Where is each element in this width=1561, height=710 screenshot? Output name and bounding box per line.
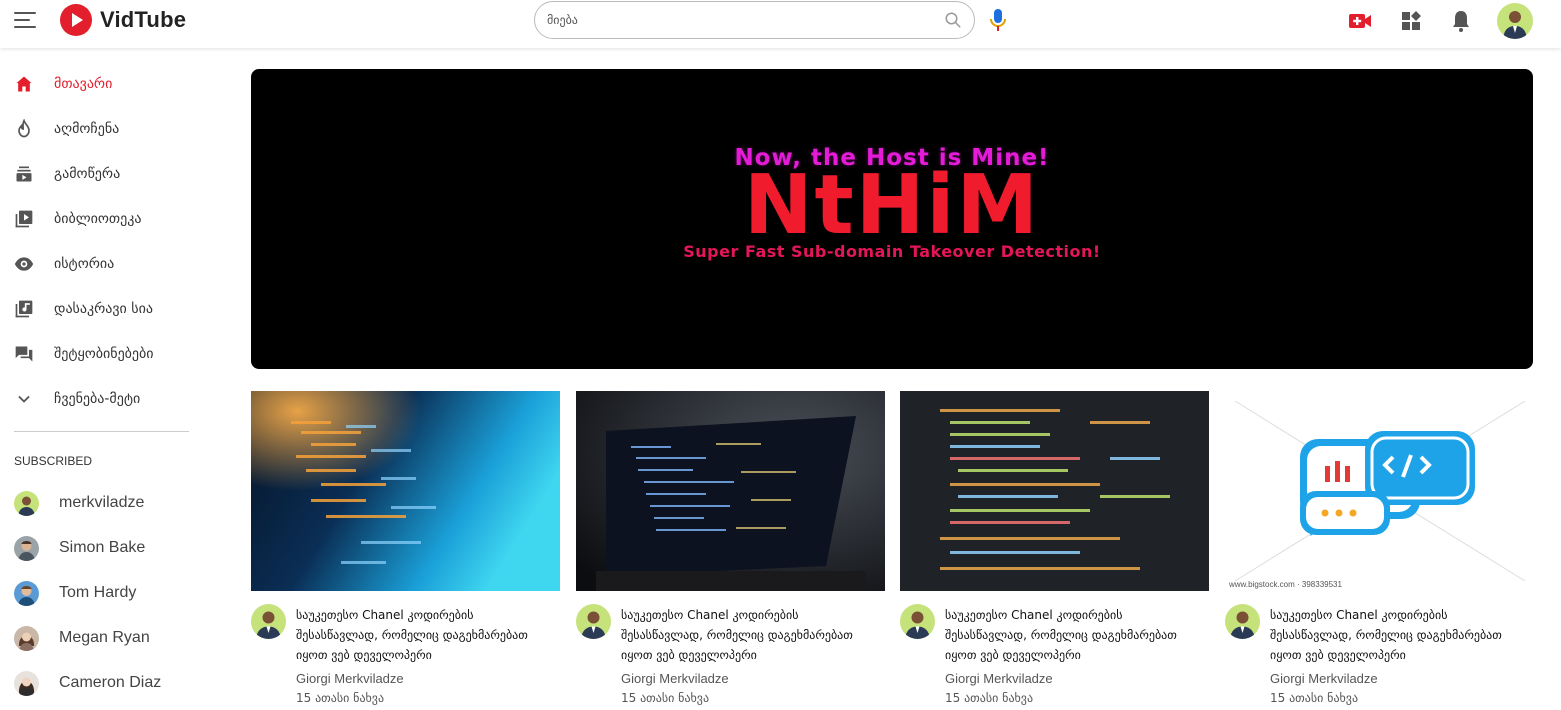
sidebar-item-label: აღმოჩენა: [54, 121, 120, 137]
channel-avatar[interactable]: [576, 604, 611, 639]
subscription-name: Cameron Diaz: [59, 674, 162, 691]
video-title[interactable]: საუკეთესო Chanel კოდირების შესასწავლად, …: [945, 605, 1205, 665]
thumbnail-watermark: www.bigstock.com · 398339531: [1228, 580, 1343, 589]
channel-name[interactable]: Giorgi Merkviladze: [621, 671, 729, 686]
home-icon: [16, 76, 32, 92]
sidebar-item-label: ბიბლიოთეკა: [54, 211, 142, 227]
sidebar-divider: [14, 431, 189, 432]
subscription-item[interactable]: Cameron Diaz: [0, 664, 200, 704]
menu-icon[interactable]: [14, 12, 36, 30]
avatar: [14, 536, 39, 561]
sidebar-item-show-more[interactable]: ჩვენება-მეტი: [0, 379, 200, 419]
sidebar-item-label: გამოწერა: [54, 166, 121, 182]
avatar: [14, 626, 39, 651]
banner-subtitle: Super Fast Sub-domain Takeover Detection…: [683, 242, 1101, 261]
view-count: 15 ათასი ნახვა: [296, 691, 385, 705]
subscription-name: Simon Bake: [59, 539, 146, 556]
video-title[interactable]: საუკეთესო Chanel კოდირების შესასწავლად, …: [1270, 605, 1530, 665]
sidebar-item-label: შეტყობინებები: [54, 346, 154, 362]
sidebar-item-label: ისტორია: [54, 256, 115, 272]
subscription-name: Tom Hardy: [59, 584, 137, 601]
subscription-name: merkviladze: [59, 494, 145, 511]
messages-icon: [15, 346, 33, 362]
sidebar-item-playlist[interactable]: დასაკრავი სია: [0, 289, 200, 329]
featured-banner[interactable]: Now, the Host is Mine! NtHiM Super Fast …: [251, 69, 1533, 369]
channel-name[interactable]: Giorgi Merkviladze: [945, 671, 1053, 686]
sidebar-item-library[interactable]: ბიბლიოთეკა: [0, 199, 200, 239]
sidebar-item-messages[interactable]: შეტყობინებები: [0, 334, 200, 374]
subscribed-heading: SUBSCRIBED: [14, 454, 93, 468]
channel-name[interactable]: Giorgi Merkviladze: [296, 671, 404, 686]
sidebar-item-home[interactable]: მთავარი: [0, 64, 200, 104]
banner-title: NtHiM: [743, 158, 1041, 253]
video-card[interactable]: საუკეთესო Chanel კოდირების შესასწავლად, …: [900, 391, 1209, 710]
search-input[interactable]: [547, 10, 927, 30]
video-title[interactable]: საუკეთესო Chanel კოდირების შესასწავლად, …: [296, 605, 556, 665]
apps-icon[interactable]: [1399, 9, 1423, 33]
avatar: [14, 671, 39, 696]
avatar: [14, 581, 39, 606]
channel-avatar[interactable]: [1225, 604, 1260, 639]
search-box: [534, 1, 975, 39]
sidebar-item-label: მთავარი: [54, 76, 113, 92]
sidebar: მთავარი აღმოჩენა გამოწერა ბიბლიოთეკა ისტ…: [0, 48, 210, 710]
subscription-item[interactable]: Simon Bake: [0, 529, 200, 569]
view-count: 15 ათასი ნახვა: [945, 691, 1034, 705]
video-card[interactable]: საუკეთესო Chanel კოდირების შესასწავლად, …: [251, 391, 560, 710]
playlist-icon: [15, 300, 33, 318]
search-icon[interactable]: [944, 11, 962, 29]
fire-icon: [18, 119, 30, 138]
view-count: 15 ათასი ნახვა: [1270, 691, 1359, 705]
video-card[interactable]: www.bigstock.com · 398339531 საუკეთესო C…: [1225, 391, 1534, 710]
subscription-item[interactable]: Tom Hardy: [0, 574, 200, 614]
view-count: 15 ათასი ნახვა: [621, 691, 710, 705]
sidebar-item-subscriptions[interactable]: გამოწერა: [0, 154, 200, 194]
subscription-name: Megan Ryan: [59, 629, 150, 646]
library-icon: [15, 210, 33, 228]
subscription-item[interactable]: Megan Ryan: [0, 619, 200, 659]
channel-avatar[interactable]: [251, 604, 286, 639]
sidebar-item-explore[interactable]: აღმოჩენა: [0, 109, 200, 149]
video-add-icon[interactable]: [1348, 9, 1372, 33]
subscriptions-icon: [16, 166, 32, 182]
bell-icon[interactable]: [1449, 9, 1473, 33]
video-thumbnail[interactable]: [251, 391, 560, 591]
mic-icon[interactable]: [988, 7, 1008, 33]
history-icon: [14, 257, 34, 271]
brand-name: VidTube: [100, 7, 187, 32]
video-thumbnail[interactable]: www.bigstock.com · 398339531: [1225, 391, 1534, 591]
play-logo-icon: [60, 4, 92, 36]
subscription-item[interactable]: merkviladze: [0, 484, 200, 524]
sidebar-item-label: დასაკრავი სია: [54, 301, 153, 317]
video-card[interactable]: საუკეთესო Chanel კოდირების შესასწავლად, …: [576, 391, 885, 710]
chevron-down-icon: [18, 395, 30, 403]
video-title[interactable]: საუკეთესო Chanel კოდირების შესასწავლად, …: [621, 605, 881, 665]
avatar: [14, 491, 39, 516]
sidebar-item-label: ჩვენება-მეტი: [54, 391, 141, 407]
avatar[interactable]: [1497, 3, 1533, 39]
channel-avatar[interactable]: [900, 604, 935, 639]
channel-name[interactable]: Giorgi Merkviladze: [1270, 671, 1378, 686]
video-thumbnail[interactable]: [900, 391, 1209, 591]
sidebar-item-history[interactable]: ისტორია: [0, 244, 200, 284]
video-thumbnail[interactable]: [576, 391, 885, 591]
top-bar: VidTube: [0, 0, 1561, 48]
logo[interactable]: VidTube: [60, 4, 186, 36]
